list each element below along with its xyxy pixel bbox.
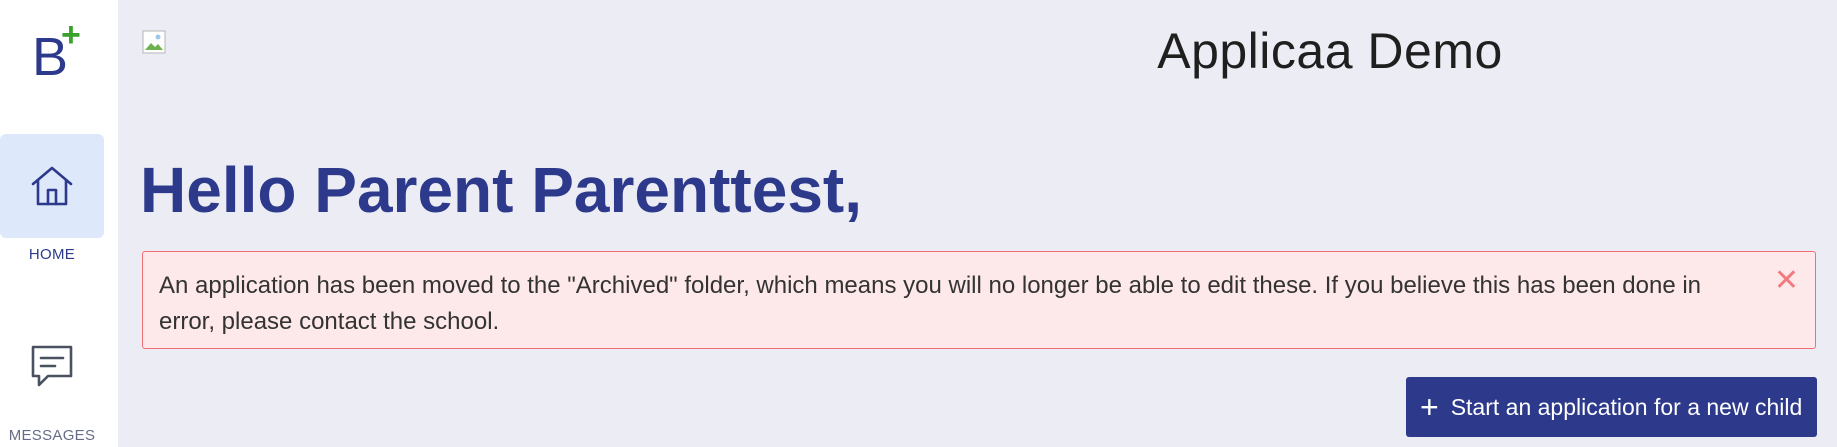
home-icon — [31, 166, 73, 206]
app-logo[interactable]: B + — [32, 16, 92, 84]
sidebar-item-messages[interactable] — [0, 336, 104, 396]
page-title: Hello Parent Parenttest, — [140, 154, 862, 226]
start-application-label: Start an application for a new child — [1450, 393, 1803, 420]
broken-image-icon — [142, 30, 166, 54]
sidebar-item-home[interactable] — [0, 134, 104, 238]
start-application-button[interactable]: + Start an application for a new child — [1406, 377, 1817, 437]
plus-icon: + — [1420, 389, 1439, 425]
archived-alert: An application has been moved to the "Ar… — [142, 251, 1816, 349]
sidebar: B + HOME MESSAGES — [0, 0, 118, 447]
sidebar-item-home-label[interactable]: HOME — [0, 246, 104, 263]
logo-plus-icon: + — [61, 16, 81, 54]
alert-message: An application has been moved to the "Ar… — [159, 272, 1702, 335]
close-icon[interactable]: ✕ — [1774, 266, 1799, 296]
app-title: Applicaa Demo — [1157, 23, 1503, 79]
chat-icon — [31, 345, 73, 387]
sidebar-item-messages-label[interactable]: MESSAGES — [0, 427, 104, 444]
